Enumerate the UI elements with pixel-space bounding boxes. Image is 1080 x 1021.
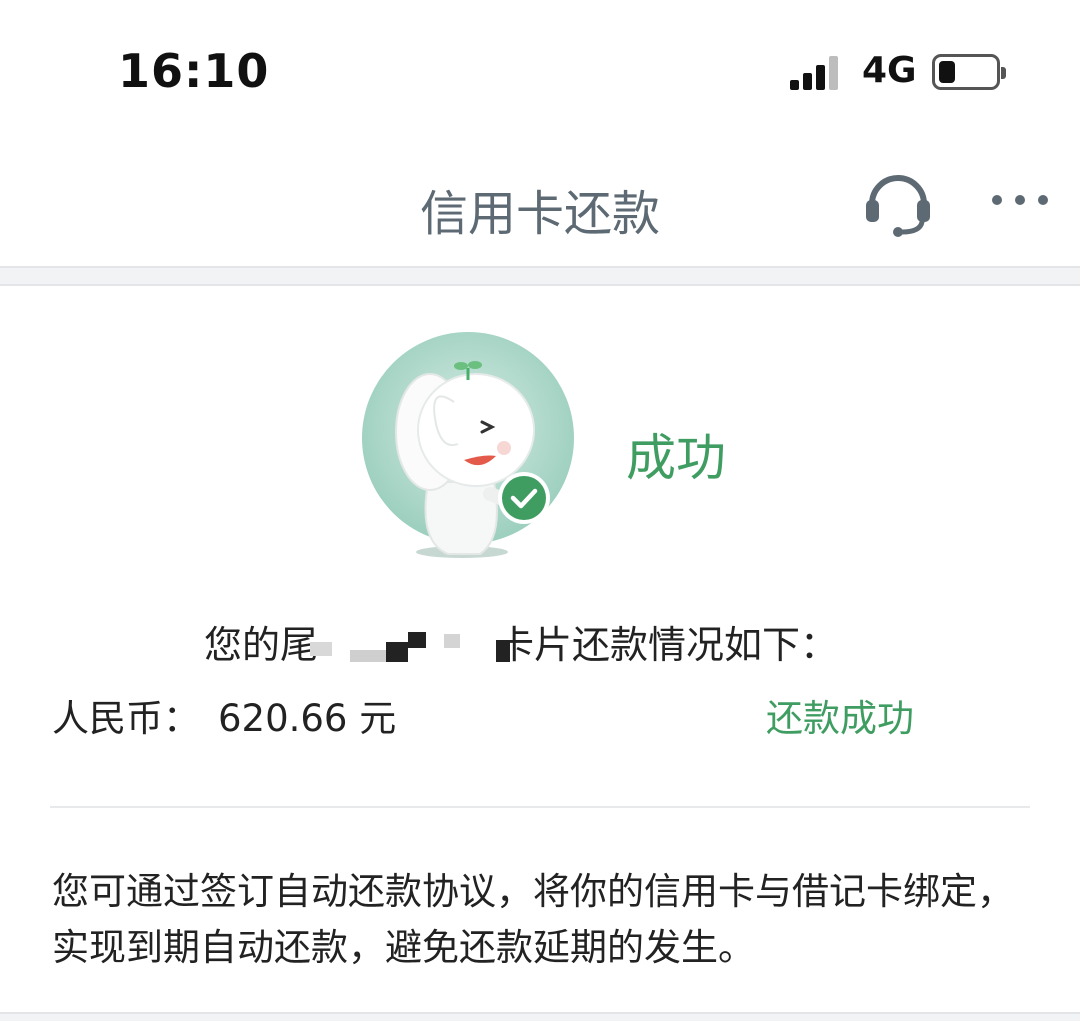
repay-status: 还款成功 bbox=[766, 697, 914, 740]
currency-label: 人民币： bbox=[52, 697, 200, 740]
nav-bar: 信用卡还款 bbox=[0, 140, 1080, 266]
more-icon[interactable] bbox=[988, 178, 1052, 218]
bottom-divider bbox=[0, 1012, 1080, 1021]
signal-icon bbox=[790, 56, 842, 90]
auto-repay-tip: 您可通过签订自动还款协议，将你的信用卡与借记卡绑定，实现到期自动还款，避免还款延… bbox=[52, 870, 1014, 969]
amount-value: 620.66 元 bbox=[218, 697, 397, 740]
status-time: 16:10 bbox=[118, 44, 270, 98]
headset-icon[interactable] bbox=[862, 166, 934, 238]
card-number-mask bbox=[310, 620, 510, 664]
network-type: 4G bbox=[862, 50, 917, 91]
battery-icon bbox=[932, 54, 1006, 90]
card-info-prefix: 您的尾 bbox=[204, 623, 319, 667]
result-section: 成功 bbox=[0, 286, 1080, 586]
elephant-mascot-icon bbox=[358, 332, 578, 562]
content-divider bbox=[50, 806, 1030, 808]
section-divider bbox=[0, 266, 1080, 286]
amount-row: 人民币： 620.66 元 还款成功 bbox=[0, 688, 1080, 740]
status-bar: 16:10 4G bbox=[0, 0, 1080, 140]
card-info-suffix: 卡片还款情况如下： bbox=[496, 623, 839, 667]
result-title: 成功 bbox=[626, 429, 726, 487]
